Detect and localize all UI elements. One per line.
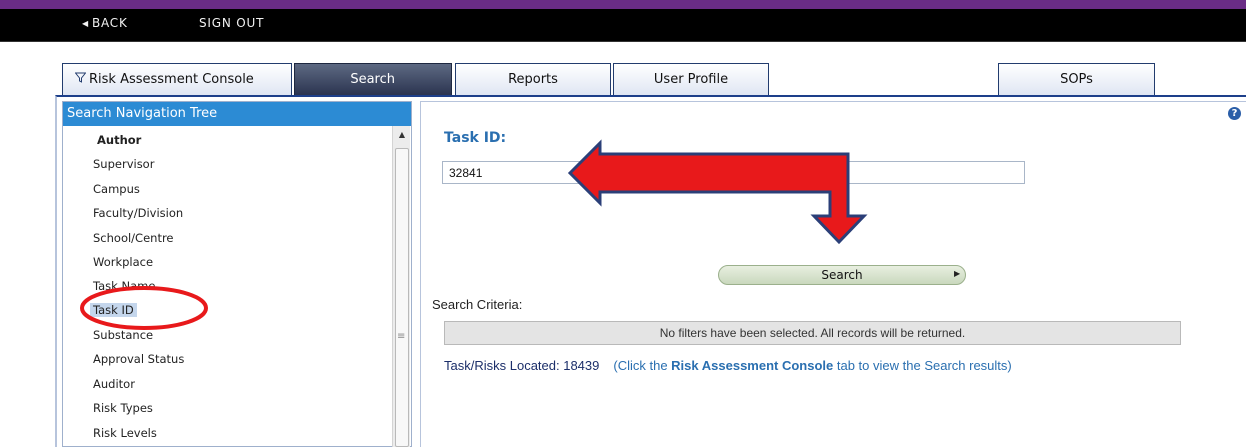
app-window: ◀ BACK SIGN OUT Risk Assessment Console S… [0, 0, 1246, 447]
highlight-circle-annotation [80, 286, 208, 330]
red-arrow-annotation [567, 139, 868, 245]
annotation-overlay [80, 139, 868, 330]
